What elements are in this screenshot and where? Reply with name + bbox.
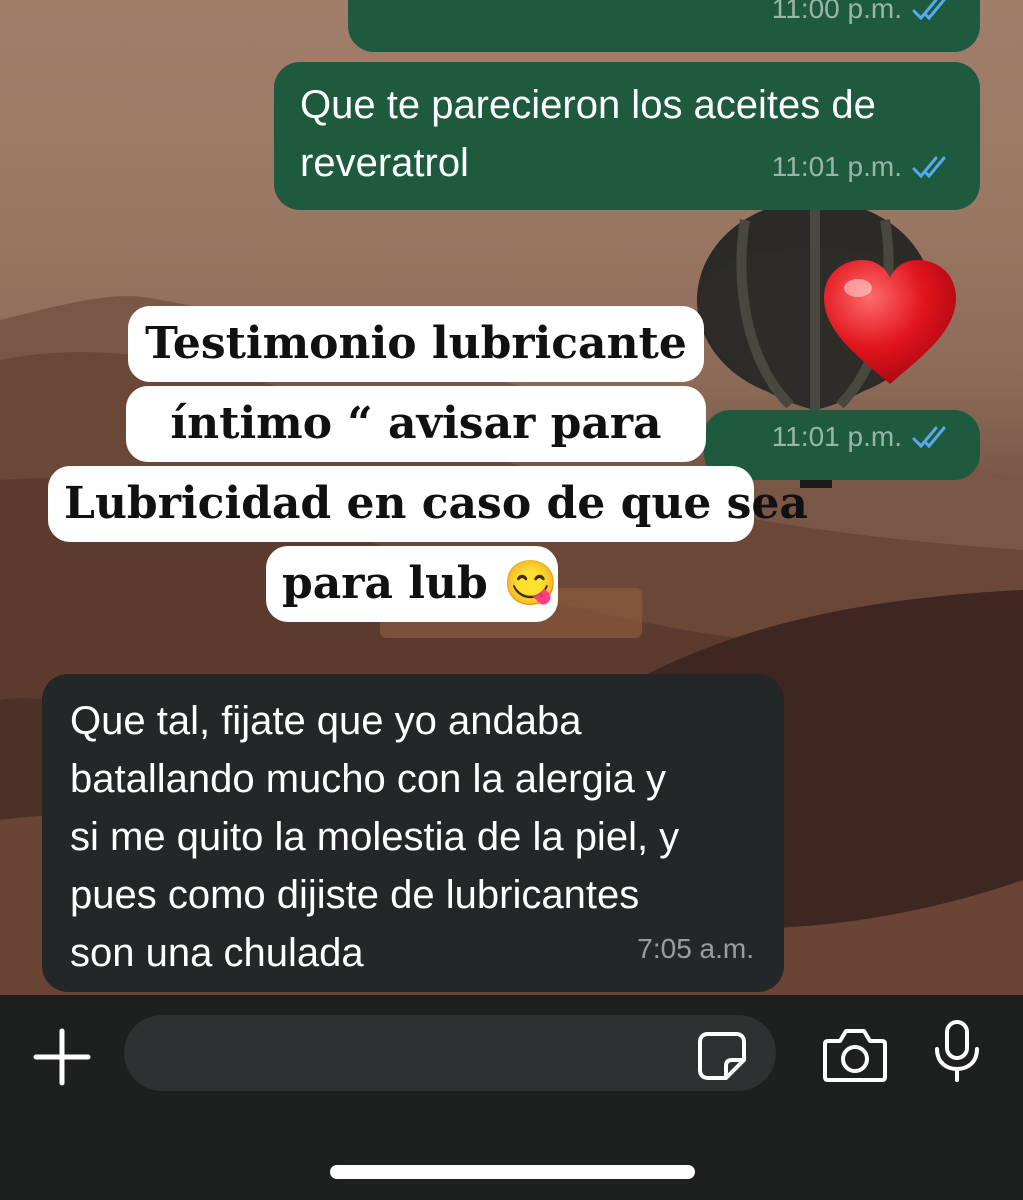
message-bubble-outgoing[interactable]: 11:00 p.m.	[348, 0, 980, 52]
message-time: 7:05 a.m.	[637, 933, 754, 964]
message-time: 11:01 p.m.	[771, 151, 902, 182]
caption-line: Lubricidad en caso de que sea	[48, 466, 808, 542]
microphone-icon[interactable]	[932, 1019, 982, 1083]
message-meta: 11:00 p.m.	[772, 0, 952, 38]
read-receipt-icon	[912, 426, 946, 449]
message-time: 11:00 p.m.	[771, 0, 902, 24]
message-input[interactable]	[124, 1015, 776, 1091]
sticker-icon[interactable]	[696, 1030, 748, 1082]
read-receipt-icon	[912, 156, 946, 179]
message-bubble-outgoing[interactable]: Que te parecieron los aceites de reverat…	[274, 62, 980, 210]
emoji-message[interactable]	[820, 258, 960, 388]
message-meta: 11:01 p.m.	[772, 138, 952, 196]
heart-emoji-icon	[824, 260, 956, 384]
message-time: 11:01 p.m.	[771, 421, 902, 452]
caption-line: íntimo “ avisar para	[126, 386, 706, 462]
message-meta: 11:01 p.m.	[772, 408, 952, 466]
message-text: Que tal, fijate que yo andaba batallando…	[70, 699, 680, 975]
camera-icon[interactable]	[822, 1025, 888, 1085]
message-bubble-incoming[interactable]: Que tal, fijate que yo andaba batallando…	[42, 674, 784, 992]
read-receipt-icon	[912, 0, 946, 21]
caption-line: para lub 😋	[266, 546, 558, 622]
home-indicator[interactable]	[330, 1165, 695, 1179]
plus-icon[interactable]	[30, 1025, 94, 1089]
message-meta: 7:05 a.m.	[637, 920, 754, 978]
caption-line: Testimonio lubricante	[128, 306, 704, 382]
